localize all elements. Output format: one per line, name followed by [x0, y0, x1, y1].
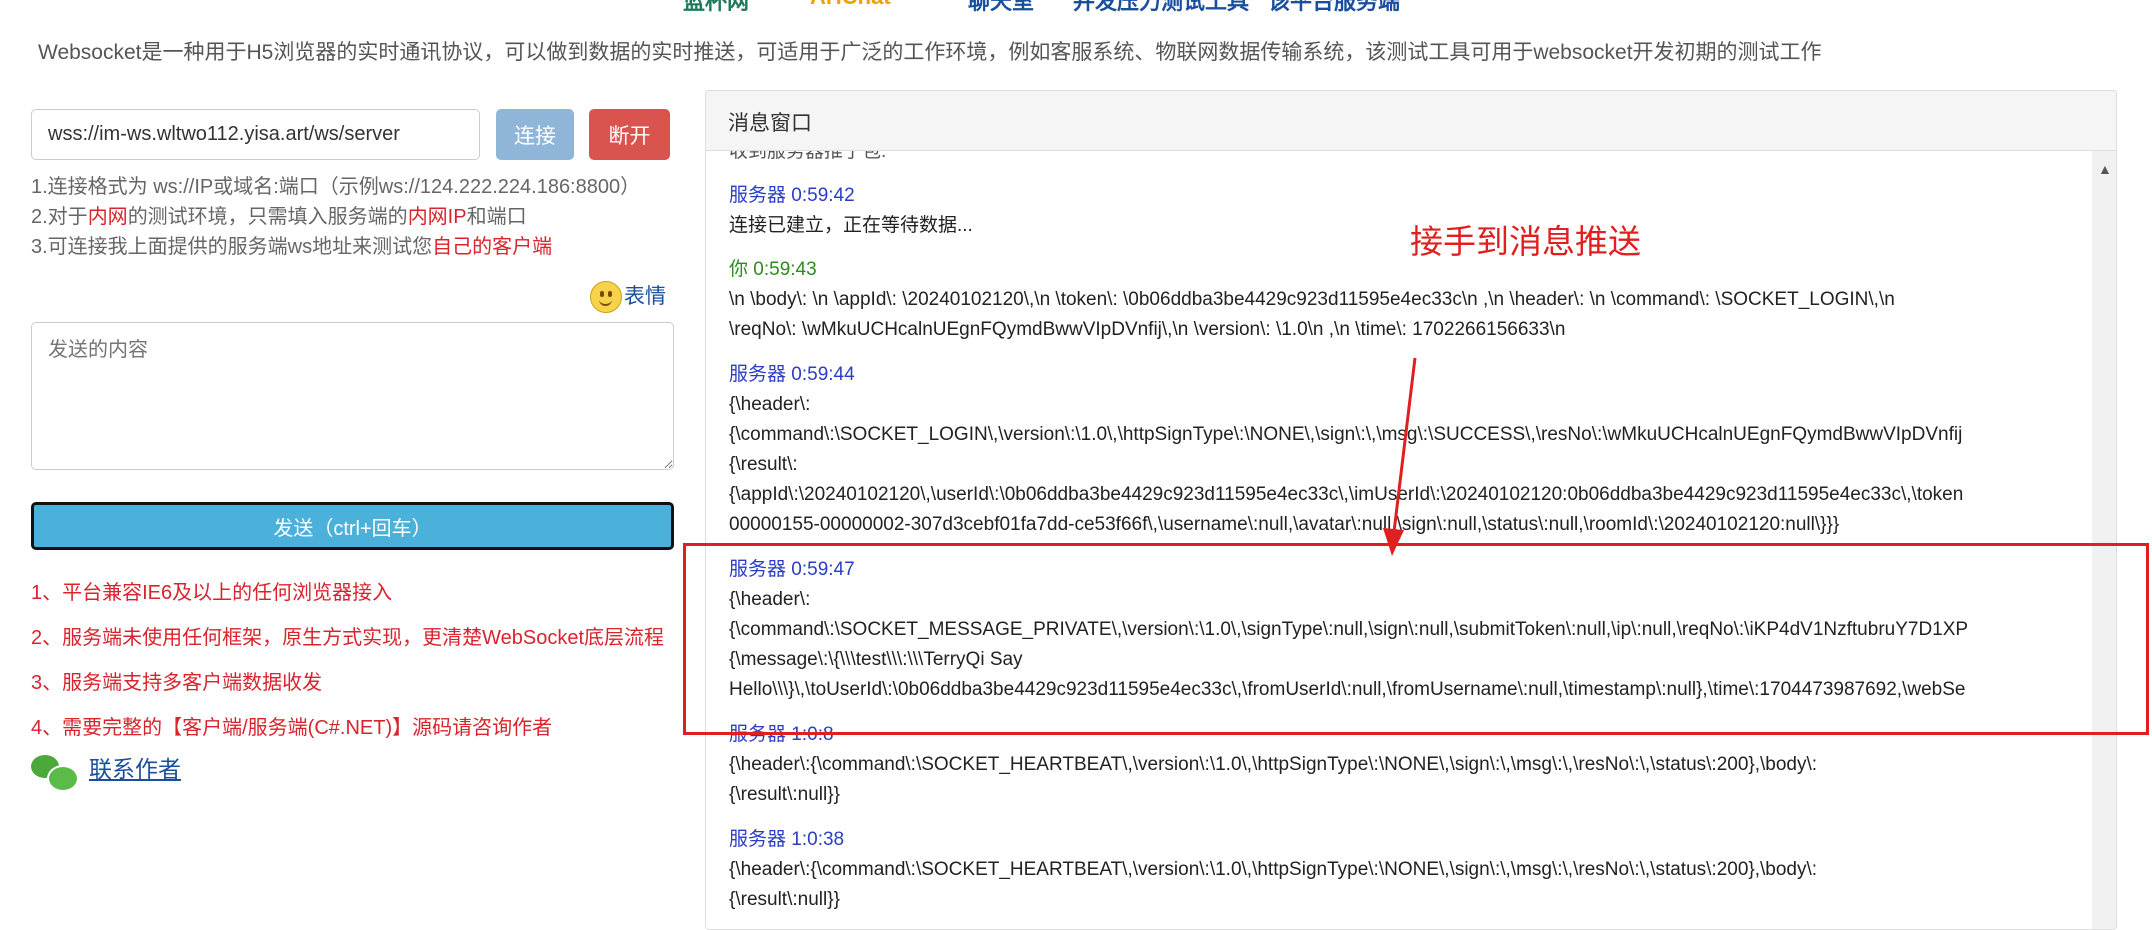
message-text: {\header\:{\command\:\SOCKET_HEARTBEAT\,…: [729, 754, 1818, 775]
scroll-up-icon[interactable]: ▲: [2098, 161, 2112, 177]
message-item: 你 0:59:43 \n \body\: \n \appId\: \202401…: [729, 255, 1895, 345]
message-text: {\result\:: [729, 454, 798, 475]
message-sender: 服务器 1:0:38: [729, 829, 845, 850]
message-item: 服务器 1:0:38 {\header\:{\command\:\SOCKET_…: [729, 825, 1817, 915]
tip-text: 的测试环境，只需填入服务端的: [127, 206, 408, 228]
nav-link-platform-server[interactable]: 该平台服务端: [1268, 0, 1400, 16]
tip-highlight: 自己的客户端: [432, 236, 553, 258]
contact-row: 联系作者: [31, 750, 181, 792]
message-sender: 你 0:59:43: [729, 259, 817, 280]
message-text: {\command\:\SOCKET_LOGIN\,\version\:\1.0…: [729, 424, 1963, 445]
message-item: 服务器 0:59:44 {\header\: {\command\:\SOCKE…: [729, 360, 1963, 540]
emoji-toggle[interactable]: 表情: [590, 280, 666, 314]
top-nav: 蓝杯网 AHChat 聊天室 并发压力测试工具 该平台服务端: [0, 0, 2152, 16]
message-text: \reqNo\: \wMkuUCHcalnUEgnFQymdBwwVIpDVnf…: [729, 319, 1566, 340]
feature-item: 1、平台兼容IE6及以上的任何浏览器接入: [31, 582, 393, 604]
nav-link-ahchat[interactable]: AHChat: [810, 0, 891, 10]
annotation-text: 接手到消息推送: [1410, 223, 1641, 260]
emoji-label: 表情: [624, 285, 666, 308]
nav-link-stress-test[interactable]: 并发压力测试工具: [1073, 0, 1249, 16]
message-sender: 服务器 0:59:42: [729, 185, 855, 206]
tip-text: 和端口: [466, 206, 527, 228]
nav-link-chatroom[interactable]: 聊天室: [968, 0, 1034, 16]
page-description: Websocket是一种用于H5浏览器的实时通讯协议，可以做到数据的实时推送，可…: [38, 41, 1822, 64]
send-button[interactable]: 发送（ctrl+回车）: [31, 502, 674, 550]
annotation-highlight-box: [683, 543, 2149, 735]
feature-item: 4、需要完整的【客户端/服务端(C#.NET)】源码请咨询作者: [31, 717, 553, 739]
tip-text: 3.可连接我上面提供的服务端ws地址来测试您: [31, 236, 433, 258]
nav-link-lanbei[interactable]: 蓝杯网: [683, 0, 749, 16]
tip-text: 2.对于: [31, 206, 88, 228]
wechat-icon: [31, 753, 79, 792]
message-partial: 收到服务器推了包.: [729, 151, 887, 162]
connect-button[interactable]: 连接: [496, 109, 574, 160]
disconnect-button[interactable]: 断开: [589, 109, 670, 160]
message-scrollbar[interactable]: ▲: [2092, 151, 2116, 929]
tip-line-1: 1.连接格式为 ws://IP或域名:端口（示例ws://124.222.224…: [31, 176, 641, 198]
feature-item: 2、服务端未使用任何框架，原生方式实现，更清楚WebSocket底层流程: [31, 627, 665, 649]
message-text: {\result\:null}}: [729, 889, 840, 910]
message-text: 00000155-00000002-307d3cebf01fa7dd-ce53f…: [729, 514, 1840, 535]
message-list[interactable]: 收到服务器推了包. 服务器 0:59:42 连接已建立，正在等待数据... 你 …: [729, 151, 2090, 929]
message-text: \n \body\: \n \appId\: \20240102120\,\n …: [729, 289, 1895, 310]
message-sender: 服务器 0:59:44: [729, 364, 855, 385]
message-window-title: 消息窗口: [706, 91, 2116, 151]
tip-highlight: 内网IP: [407, 206, 467, 228]
message-item: 服务器 0:59:42 连接已建立，正在等待数据...: [729, 181, 973, 241]
message-text: 连接已建立，正在等待数据...: [729, 215, 973, 236]
feature-item: 3、服务端支持多客户端数据收发: [31, 672, 323, 694]
contact-author-link[interactable]: 联系作者: [89, 756, 181, 782]
message-text: {\header\:: [729, 394, 811, 415]
message-text: {\appId\:\20240102120\,\userId\:\0b06ddb…: [729, 484, 1964, 505]
tip-line-2: 2.对于内网的测试环境，只需填入服务端的内网IP和端口: [31, 200, 527, 229]
tip-line-3: 3.可连接我上面提供的服务端ws地址来测试您自己的客户端: [31, 230, 552, 259]
tip-highlight: 内网: [87, 206, 128, 228]
server-url-input[interactable]: [31, 109, 480, 160]
message-text: {\result\:null}}: [729, 784, 840, 805]
message-input[interactable]: [31, 322, 674, 470]
smiley-icon: [590, 281, 622, 314]
message-text: {\header\:{\command\:\SOCKET_HEARTBEAT\,…: [729, 859, 1818, 880]
